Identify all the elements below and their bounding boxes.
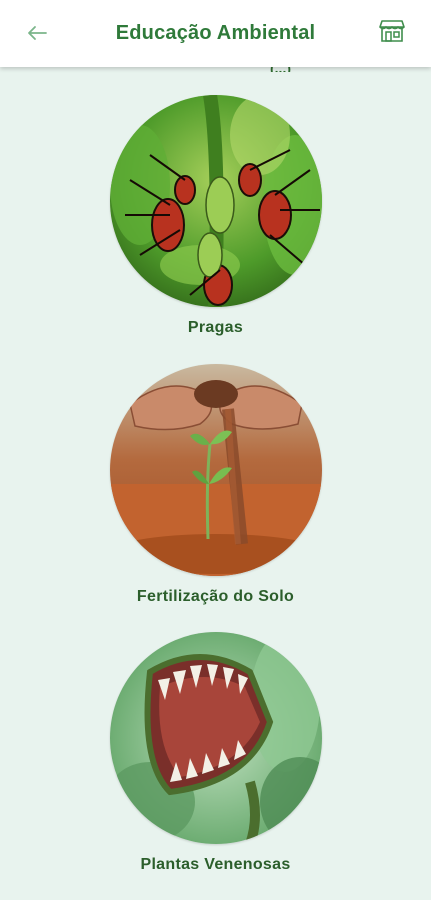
- back-button[interactable]: [20, 18, 54, 48]
- top-app-bar: Educação Ambiental: [0, 0, 431, 67]
- arrow-left-icon: [28, 26, 47, 40]
- fertilizacao-image: [109, 364, 322, 576]
- storefront-icon: [379, 20, 405, 42]
- page-title: Educação Ambiental: [115, 22, 316, 44]
- plantas-venenosas-image: [109, 632, 322, 844]
- category-label: Fertilização do Solo: [136, 588, 295, 605]
- store-button[interactable]: [377, 16, 407, 46]
- pragas-image: [109, 95, 322, 307]
- category-card-pragas[interactable]: Pragas: [0, 95, 431, 337]
- category-label: Plantas Venenosas: [140, 856, 291, 873]
- category-card-fertilizacao[interactable]: Fertilização do Solo: [0, 364, 431, 606]
- category-label: Pragas: [187, 319, 244, 336]
- category-card-plantas-venenosas[interactable]: Plantas Venenosas: [0, 632, 431, 874]
